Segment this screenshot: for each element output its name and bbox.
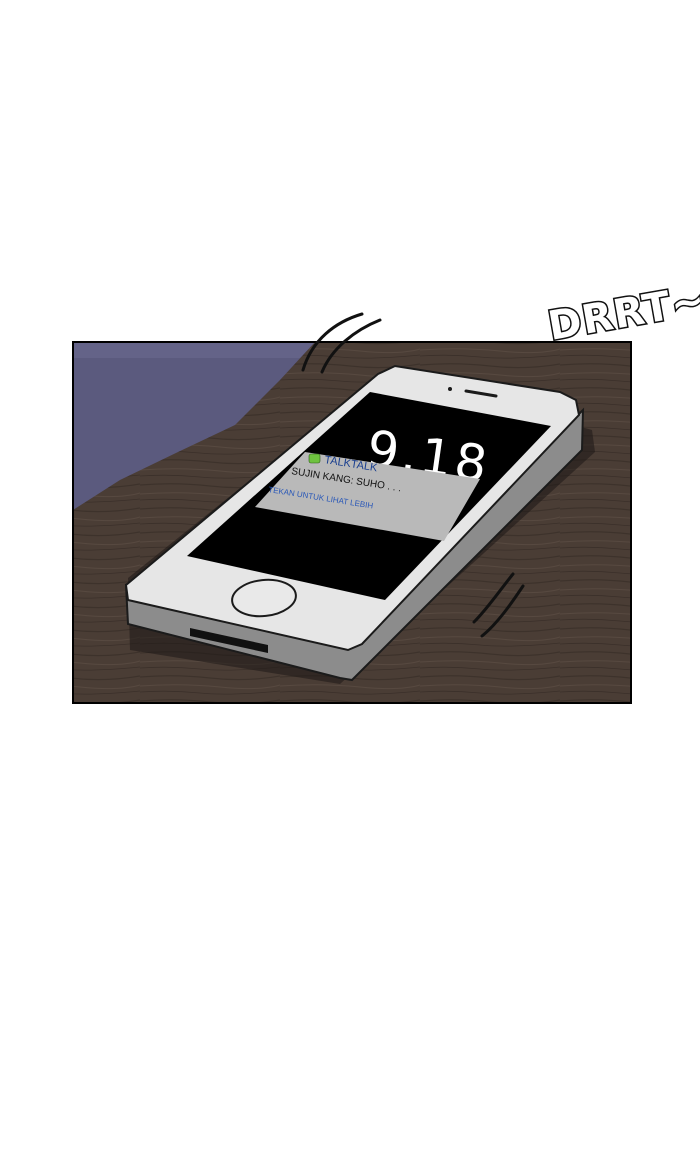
comic-panel-scene: DRRT~ 9.18 TALKTALK SUJIN KANG: SUHO . .	[72, 275, 700, 704]
sound-effect-text: DRRT~	[545, 277, 700, 350]
talktalk-app-icon	[308, 453, 321, 464]
wall-shade	[73, 342, 315, 358]
front-camera-icon	[448, 387, 452, 391]
